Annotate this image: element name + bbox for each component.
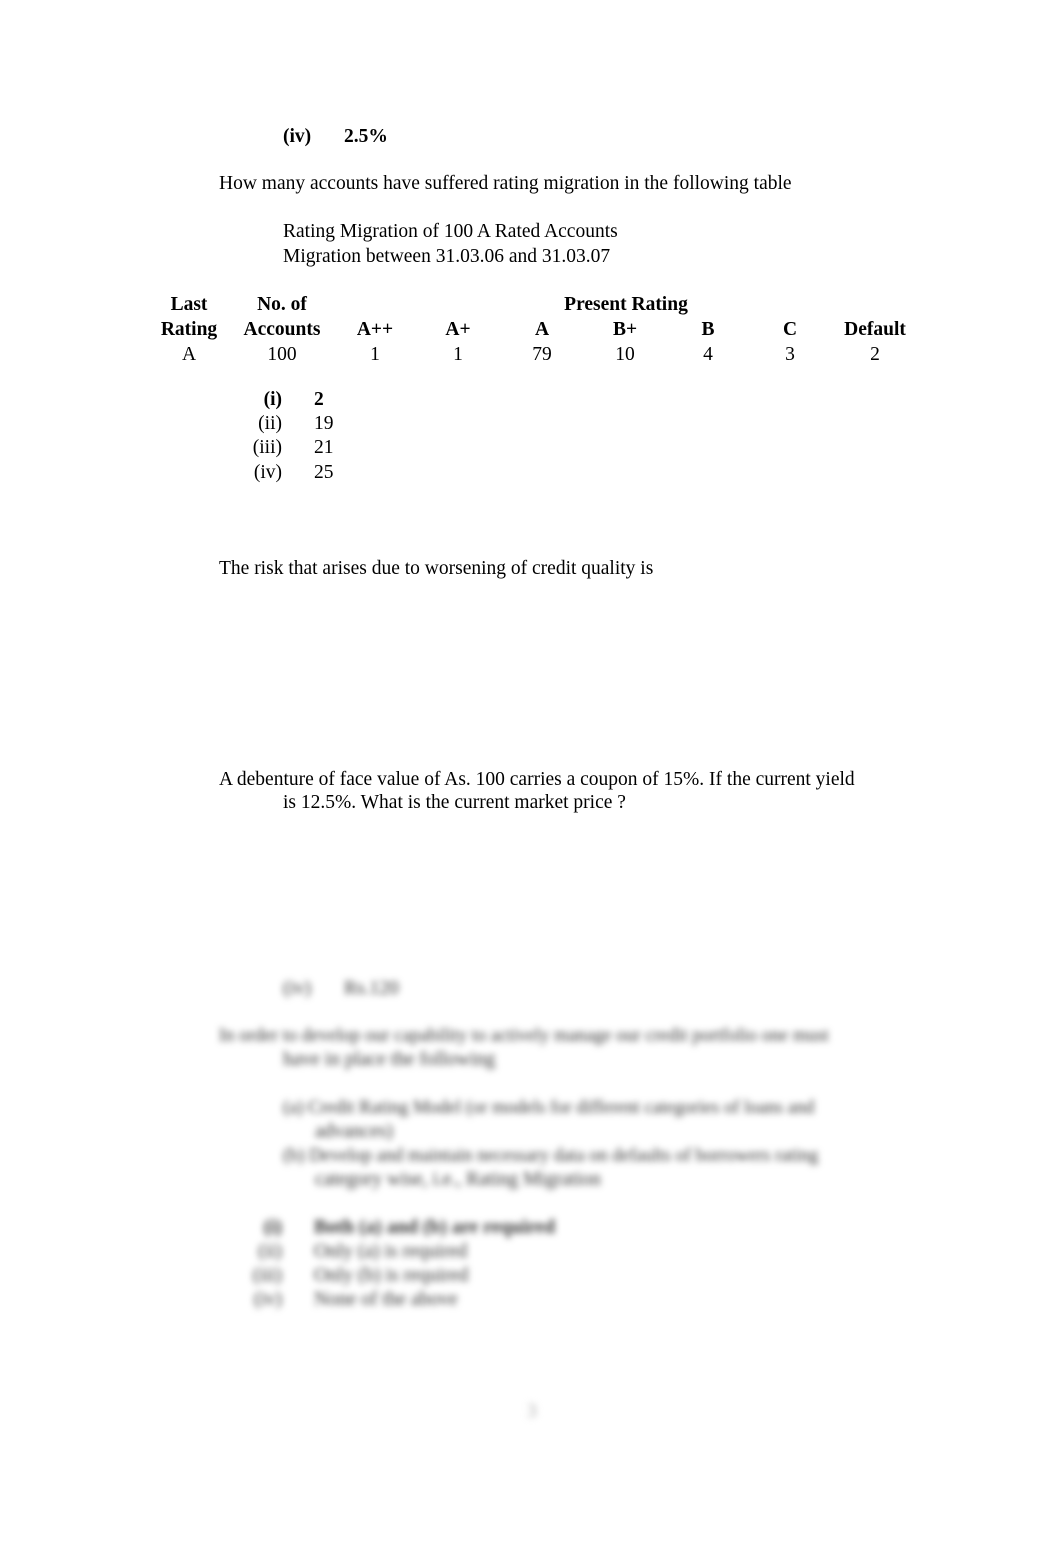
table-cell: 1 [453,344,463,365]
table-cell: 4 [703,344,713,365]
blurred-point-b-line-1: (b) Develop and maintain necessary data … [283,1146,819,1166]
option-value: 21 [314,437,334,458]
blurred-option-value: Only (b) is required [314,1265,469,1286]
blurred-option-label: (iii) [252,1265,282,1286]
header-cell: Rating [160,319,218,340]
blurred-preview-region: (iv) Rs.120 In order to develop our capa… [0,975,1062,1435]
blurred-option-value: Both (a) and (b) are required [314,1217,556,1238]
table-cell: 2 [870,344,880,365]
header-cell: Accounts [243,319,321,340]
header-present-rating: Present Rating [564,294,688,315]
header-cell: C [782,319,798,340]
table-caption-line-1: Rating Migration of 100 A Rated Accounts [283,221,618,242]
question-2-text: The risk that arises due to worsening of… [219,558,654,579]
option-value: 19 [314,413,334,434]
blurred-option-label: (i) [263,1217,282,1238]
prev-option-label: (iv) [283,126,312,147]
blurred-option-value: None of the above [314,1289,458,1310]
table-cell: 100 [267,344,297,365]
table-caption-line-2: Migration between 31.03.06 and 31.03.07 [283,246,611,267]
blurred-point-a-line-1: (a) Credit Rating Model (or models for d… [283,1098,815,1118]
header-cell: B [701,319,715,340]
blurred-option-label: (iv) [283,978,312,999]
table-cell: 79 [532,344,552,365]
blurred-question-line-1: In order to develop our capability to ac… [219,1026,829,1046]
option-value: 2 [314,389,324,410]
table-cell: A [181,344,197,365]
option-value: 25 [314,462,334,483]
table-cell: 1 [370,344,380,365]
table-cell: 10 [615,344,635,365]
option-label: (iv) [253,462,282,483]
blurred-point-b-line-2: category wise, i.e., Rating Migration [315,1169,601,1190]
option-label: (i) [263,389,282,410]
blurred-option-value: Rs.120 [344,978,399,999]
option-label: (ii) [258,413,282,434]
prev-option-value: 2.5% [344,126,388,147]
question-3-line-1: A debenture of face value of As. 100 car… [219,769,855,790]
question-1-text: How many accounts have suffered rating m… [219,173,792,194]
question-3-line-2: is 12.5%. What is the current market pri… [283,792,626,813]
header-cell: A++ [356,319,394,340]
header-last: Last [170,294,208,315]
option-label: (iii) [252,437,282,458]
header-no-of: No. of [257,294,307,315]
table-cell: 3 [785,344,795,365]
blurred-option-value: Only (a) is required [314,1241,468,1262]
blurred-point-a-line-2: advances) [315,1121,393,1142]
header-cell: Default [844,319,906,340]
header-cell: A [534,319,550,340]
blurred-option-label: (iv) [253,1289,282,1310]
page-number: 3 [527,1401,537,1422]
header-cell: A+ [445,319,471,340]
blurred-option-label: (ii) [258,1241,282,1262]
blurred-question-line-2: have in place the following [283,1049,496,1070]
header-cell: B+ [612,319,638,340]
